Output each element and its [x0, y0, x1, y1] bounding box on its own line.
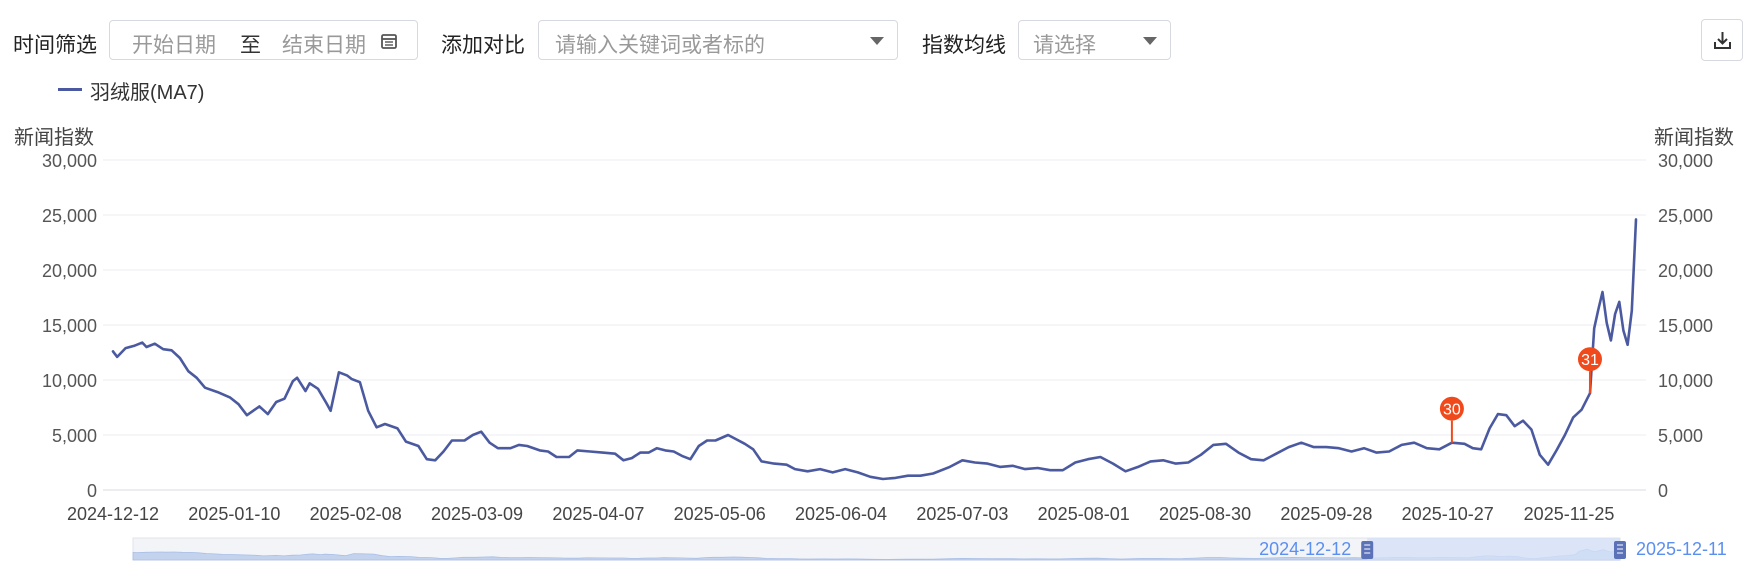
series-line — [111, 218, 1638, 481]
x-tick-label: 2025-02-08 — [310, 504, 402, 524]
y-tick-label-right: 0 — [1658, 481, 1668, 501]
x-tick-label: 2025-05-06 — [674, 504, 766, 524]
y-tick-label-right: 5,000 — [1658, 426, 1703, 446]
y-tick-label-left: 10,000 — [42, 371, 97, 391]
x-tick-label: 2025-01-10 — [188, 504, 280, 524]
y-tick-label-left: 5,000 — [52, 426, 97, 446]
zoom-slider-end-label: 2025-12-11 — [1636, 539, 1727, 559]
y-tick-label-left: 20,000 — [42, 261, 97, 281]
x-tick-label: 2025-09-28 — [1280, 504, 1372, 524]
zoom-slider-start-label: 2024-12-12 — [1259, 539, 1351, 559]
y-tick-label-right: 20,000 — [1658, 261, 1713, 281]
y-tick-label-right: 15,000 — [1658, 316, 1713, 336]
x-tick-label: 2025-03-09 — [431, 504, 523, 524]
y-tick-label-right: 30,000 — [1658, 151, 1713, 171]
y-tick-label-left: 15,000 — [42, 316, 97, 336]
x-tick-label: 2025-06-04 — [795, 504, 887, 524]
news-index-chart: 0 0 5,000 5,000 10,000 10,000 15,000 15,000 20,0… — [42, 151, 1727, 561]
marker-label: 30 — [1443, 402, 1461, 419]
x-tick-label: 2025-08-30 — [1159, 504, 1251, 524]
x-tick-label: 2025-07-03 — [916, 504, 1008, 524]
y-tick-label-right: 25,000 — [1658, 206, 1713, 226]
zoom-slider-handle[interactable] — [1614, 541, 1626, 559]
marker-label: 31 — [1581, 352, 1599, 369]
zoom-slider-handle[interactable] — [1361, 541, 1374, 559]
zoom-slider-selection[interactable] — [1367, 538, 1620, 560]
x-tick-label: 2025-11-25 — [1524, 504, 1615, 524]
y-tick-label-right: 10,000 — [1658, 371, 1713, 391]
y-tick-label-left: 0 — [87, 481, 97, 501]
y-tick-label-left: 25,000 — [42, 206, 97, 226]
y-tick-label-left: 30,000 — [42, 151, 97, 171]
x-tick-label: 2025-08-01 — [1038, 504, 1130, 524]
x-tick-label: 2024-12-12 — [67, 504, 159, 524]
x-tick-label: 2025-10-27 — [1402, 504, 1494, 524]
x-tick-label: 2025-04-07 — [552, 504, 644, 524]
